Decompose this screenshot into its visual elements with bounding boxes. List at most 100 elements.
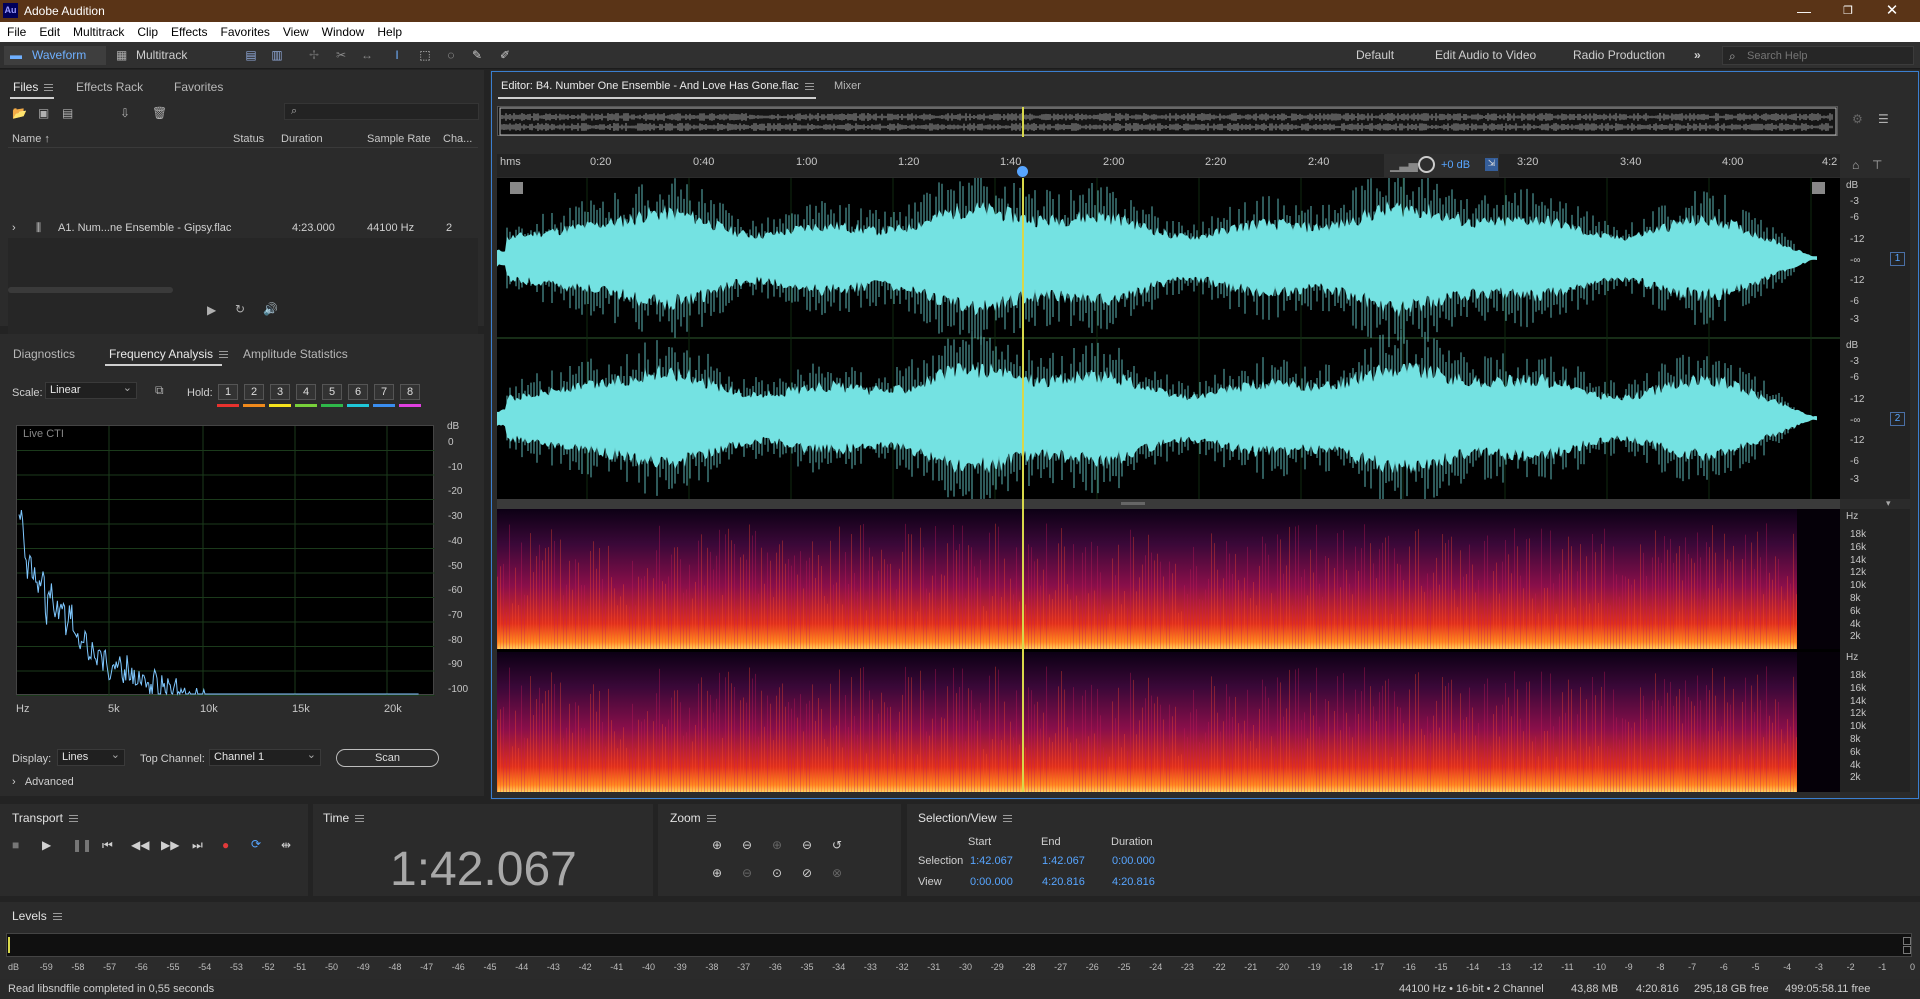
- overview-navigator[interactable]: [497, 106, 1838, 137]
- zoom-to-in-point-icon[interactable]: ⊘: [802, 866, 812, 880]
- restore-icon[interactable]: ❐: [1826, 0, 1870, 22]
- scale-dropdown[interactable]: Linear: [45, 381, 137, 399]
- menu-effects[interactable]: Effects: [164, 22, 213, 39]
- search-help-input[interactable]: [1747, 48, 1907, 63]
- hud-corner-icon[interactable]: [510, 182, 523, 194]
- tab-files[interactable]: Files: [13, 80, 54, 94]
- hold-button-7[interactable]: 7: [374, 384, 394, 400]
- more-workspaces-icon[interactable]: »: [1694, 48, 1701, 62]
- column-sample-rate[interactable]: Sample Rate: [367, 133, 431, 145]
- view-end[interactable]: 4:20.816: [1042, 876, 1085, 888]
- play-icon[interactable]: ▶: [42, 838, 51, 852]
- loop-preview-icon[interactable]: ↻: [235, 302, 245, 316]
- menu-view[interactable]: View: [276, 22, 315, 39]
- selection-end[interactable]: 1:42.067: [1042, 855, 1085, 867]
- snap-icon[interactable]: ⌂: [1852, 158, 1859, 172]
- channel-1-badge[interactable]: 1: [1890, 252, 1905, 266]
- column-status[interactable]: Status: [233, 133, 264, 145]
- hud-corner-right-icon[interactable]: [1812, 182, 1825, 194]
- hold-button-4[interactable]: 4: [296, 384, 316, 400]
- view-duration[interactable]: 4:20.816: [1112, 876, 1155, 888]
- zoom-to-selection-icon[interactable]: ⊙: [772, 866, 782, 880]
- marker-icon[interactable]: ⊤: [1872, 158, 1882, 172]
- tab-favorites[interactable]: Favorites: [174, 80, 223, 94]
- hold-button-1[interactable]: 1: [218, 384, 238, 400]
- loop-playback-icon[interactable]: ⟳: [251, 837, 261, 851]
- channel-2-badge[interactable]: 2: [1890, 412, 1905, 426]
- move-to-next-icon[interactable]: ⏭: [192, 838, 203, 853]
- display-dropdown[interactable]: Lines: [57, 748, 125, 766]
- menu-edit[interactable]: Edit: [32, 22, 66, 39]
- hold-button-6[interactable]: 6: [348, 384, 368, 400]
- spectral-divider[interactable]: [497, 499, 1840, 509]
- level-meter[interactable]: [6, 933, 1912, 957]
- move-to-previous-icon[interactable]: ⏮: [102, 838, 113, 853]
- scan-button[interactable]: Scan: [336, 749, 439, 767]
- move-tool-icon[interactable]: ✢: [305, 47, 323, 63]
- view-start[interactable]: 0:00.000: [970, 876, 1013, 888]
- multitrack-view-button[interactable]: ▦ Multitrack: [112, 46, 202, 65]
- import-file-icon[interactable]: ▣: [38, 106, 49, 120]
- files-search-field[interactable]: ⌕: [284, 103, 479, 120]
- hold-button-8[interactable]: 8: [400, 384, 420, 400]
- minimize-icon[interactable]: —: [1782, 0, 1826, 22]
- workspace-default[interactable]: Default: [1356, 48, 1394, 62]
- collapse-icon[interactable]: ▾: [1886, 498, 1891, 509]
- fast-forward-icon[interactable]: ▶▶: [161, 838, 179, 852]
- menu-clip[interactable]: Clip: [130, 22, 164, 39]
- menu-help[interactable]: Help: [370, 22, 408, 39]
- current-time-display[interactable]: 1:42.067: [390, 842, 577, 897]
- waveform-display[interactable]: [497, 178, 1840, 499]
- clip-gain-hud[interactable]: ▁▃▅ +0 dB: [1384, 154, 1499, 177]
- playhead-handle[interactable]: [1017, 166, 1028, 177]
- pin-hud-icon[interactable]: ⇲: [1485, 158, 1498, 171]
- tab-frequency-analysis[interactable]: Frequency Analysis: [109, 347, 229, 361]
- waveform-view-button[interactable]: ▬ Waveform: [4, 46, 106, 65]
- search-help-field[interactable]: ⌕: [1722, 46, 1914, 65]
- menu-window[interactable]: Window: [315, 22, 371, 39]
- delete-icon[interactable]: 🗑: [152, 106, 167, 120]
- column-channels[interactable]: Cha...: [443, 133, 472, 145]
- tab-amplitude-statistics[interactable]: Amplitude Statistics: [243, 347, 348, 361]
- time-selection-tool-icon[interactable]: I: [388, 47, 406, 63]
- zoom-reset-icon[interactable]: ↺: [832, 838, 842, 852]
- menu-file[interactable]: File: [0, 22, 32, 39]
- stop-icon[interactable]: ■: [12, 838, 19, 852]
- autoplay-icon[interactable]: 🔊: [263, 302, 278, 316]
- new-file-icon[interactable]: ▤: [62, 106, 73, 120]
- hold-button-2[interactable]: 2: [244, 384, 264, 400]
- spectral-pitch-icon[interactable]: ▥: [268, 47, 286, 63]
- column-duration[interactable]: Duration: [281, 133, 323, 145]
- zoom-out-selection-icon[interactable]: ⊖: [742, 866, 752, 880]
- spectral-frequency-icon[interactable]: ▤: [242, 47, 260, 63]
- brush-tool-icon[interactable]: ✎: [468, 47, 486, 63]
- panel-options-icon[interactable]: ☰: [1878, 112, 1889, 126]
- hold-button-5[interactable]: 5: [322, 384, 342, 400]
- razor-tool-icon[interactable]: ✂: [332, 47, 350, 63]
- file-row[interactable]: › ⫼ A1. Num...ne Ensemble - Gipsy.flac 4:23…: [8, 219, 478, 238]
- tab-diagnostics[interactable]: Diagnostics: [13, 347, 75, 361]
- zoom-in-time-icon[interactable]: ⊕: [772, 838, 782, 852]
- playhead[interactable]: [1022, 178, 1024, 792]
- top-channel-dropdown[interactable]: Channel 1: [209, 748, 321, 766]
- spectral-display[interactable]: [497, 509, 1840, 792]
- insert-into-multitrack-icon[interactable]: ⇩: [120, 106, 130, 120]
- zoom-in-amplitude-icon[interactable]: ⊕: [712, 838, 722, 852]
- pause-icon[interactable]: ❚❚: [72, 838, 92, 852]
- play-preview-icon[interactable]: ▶: [207, 303, 216, 317]
- channel-overlay-icon[interactable]: ⧉: [155, 383, 164, 398]
- gain-value[interactable]: +0 dB: [1441, 159, 1470, 171]
- workspace-edit-audio-to-video[interactable]: Edit Audio to Video: [1435, 48, 1536, 62]
- skip-selection-icon[interactable]: ⇹: [281, 838, 291, 852]
- selection-start[interactable]: 1:42.067: [970, 855, 1013, 867]
- gain-knob-icon[interactable]: [1418, 156, 1435, 173]
- slip-tool-icon[interactable]: ↔: [358, 47, 376, 63]
- zoom-sync-icon[interactable]: ⚙: [1852, 112, 1863, 126]
- tab-effects-rack[interactable]: Effects Rack: [76, 80, 143, 94]
- open-file-icon[interactable]: 📂: [12, 106, 27, 120]
- tab-mixer[interactable]: Mixer: [834, 80, 861, 92]
- horizontal-scrollbar[interactable]: [8, 287, 173, 293]
- rewind-icon[interactable]: ◀◀: [131, 838, 149, 852]
- tab-editor[interactable]: Editor: B4. Number One Ensemble - And Lo…: [501, 80, 814, 92]
- workspace-radio-production[interactable]: Radio Production: [1573, 48, 1665, 62]
